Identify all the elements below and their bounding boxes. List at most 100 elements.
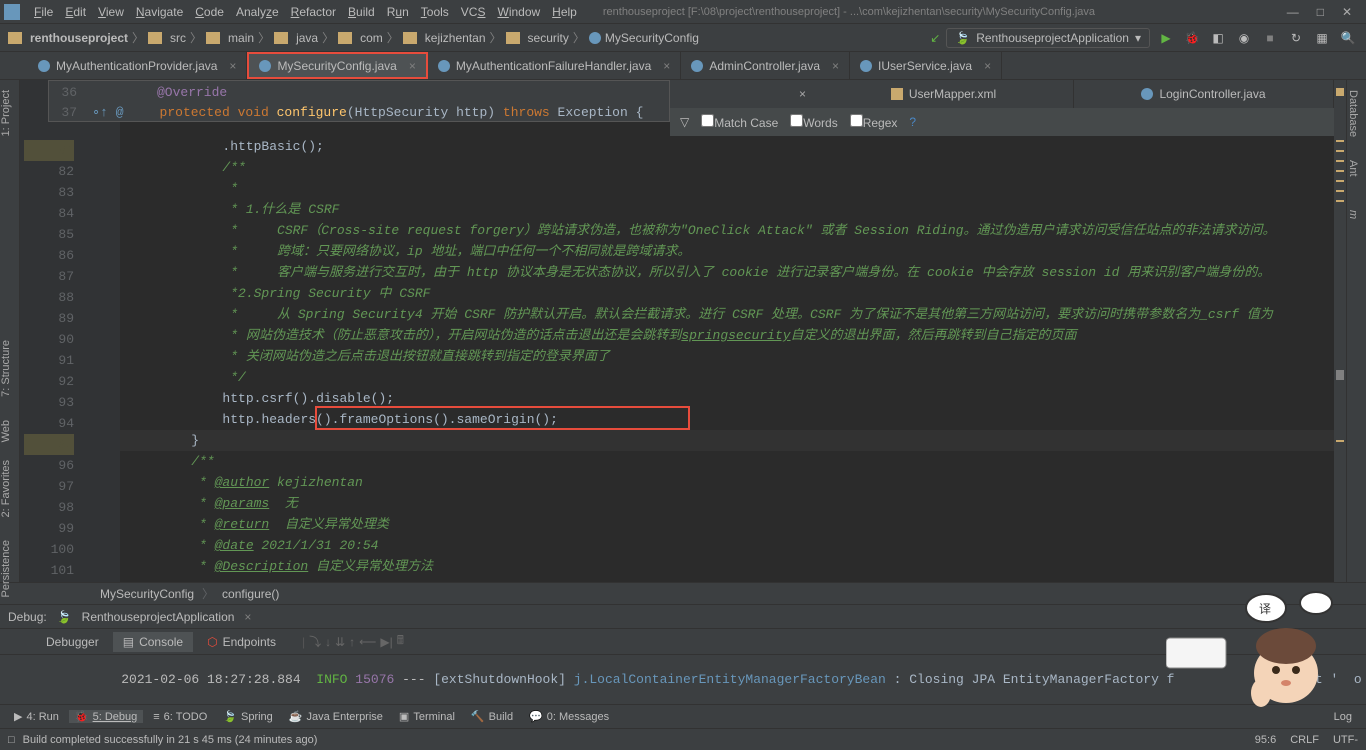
- menu-vcs[interactable]: VCS: [455, 5, 492, 19]
- crumb-project[interactable]: renthouseproject: [8, 31, 128, 45]
- line-separator[interactable]: CRLF: [1290, 734, 1319, 746]
- run-button[interactable]: ▶: [1156, 28, 1176, 48]
- close-icon[interactable]: ×: [984, 59, 991, 73]
- coverage-button[interactable]: ◧: [1208, 28, 1228, 48]
- words-checkbox[interactable]: Words: [790, 114, 837, 130]
- filter-icon[interactable]: ▽: [680, 115, 689, 129]
- tab-mysecurityconfig[interactable]: MySecurityConfig.java×: [247, 52, 427, 79]
- right-tool-strip: Database Ant m: [1346, 80, 1366, 582]
- tab-usermapper[interactable]: UserMapper.xml: [814, 80, 1074, 108]
- force-step-icon[interactable]: ⇊: [335, 635, 345, 649]
- project-structure-icon[interactable]: ▦: [1312, 28, 1332, 48]
- evaluate-icon[interactable]: 🖩: [397, 631, 404, 652]
- tab-admincontroller[interactable]: AdminController.java×: [681, 52, 850, 79]
- cursor-position[interactable]: 95:6: [1255, 734, 1276, 746]
- endpoints-icon: ⬡: [207, 635, 217, 649]
- menu-tools[interactable]: Tools: [415, 5, 455, 19]
- spring-icon: 🍃: [223, 710, 237, 723]
- endpoints-tab[interactable]: ⬡Endpoints: [197, 632, 286, 652]
- close-icon[interactable]: ×: [832, 59, 839, 73]
- console-tab[interactable]: ▤Console: [113, 632, 193, 652]
- run-configuration[interactable]: 🍃 RenthouseprojectApplication ▾: [946, 28, 1150, 48]
- close-search-icon[interactable]: ×: [799, 87, 806, 101]
- menu-file[interactable]: File: [28, 5, 59, 19]
- minimize-icon[interactable]: —: [1287, 5, 1299, 19]
- crumb-main[interactable]: main: [206, 31, 254, 45]
- step-out-icon[interactable]: ↑: [349, 635, 355, 649]
- menu-window[interactable]: Window: [491, 5, 546, 19]
- play-icon: ▶: [14, 710, 22, 723]
- menu-run[interactable]: Run: [381, 5, 415, 19]
- editor-tabs: MyAuthenticationProvider.java× MySecurit…: [0, 52, 1366, 80]
- todo-icon: ≡: [153, 711, 159, 723]
- bottom-terminal[interactable]: ▣Terminal: [393, 710, 461, 723]
- menu-edit[interactable]: Edit: [59, 5, 92, 19]
- bottom-build[interactable]: 🔨Build: [465, 710, 519, 723]
- tool-structure[interactable]: 7: Structure: [0, 340, 12, 397]
- menu-code[interactable]: Code: [189, 5, 230, 19]
- status-window-icon[interactable]: □: [8, 734, 15, 746]
- console-icon: ▤: [123, 635, 134, 649]
- crumb-kejizhentan[interactable]: kejizhentan: [403, 31, 486, 45]
- bottom-debug[interactable]: 🐞5: Debug: [69, 710, 143, 723]
- menu-navigate[interactable]: Navigate: [130, 5, 189, 19]
- close-debug-icon[interactable]: ×: [244, 610, 251, 624]
- code-text[interactable]: .httpBasic(); /** * * 1.什么是 CSRF * CSRF（…: [120, 80, 1334, 582]
- step-over-icon[interactable]: ⤵: [309, 633, 321, 650]
- tab-logincontroller[interactable]: LoginController.java: [1074, 80, 1334, 108]
- encoding[interactable]: UTF-: [1333, 734, 1358, 746]
- tool-maven[interactable]: m: [1347, 210, 1359, 219]
- close-icon[interactable]: ×: [229, 59, 236, 73]
- status-bar: □ Build completed successfully in 21 s 4…: [0, 728, 1366, 750]
- crumb-class-bottom[interactable]: MySecurityConfig: [100, 587, 194, 601]
- scrollbar-markers[interactable]: [1334, 80, 1346, 582]
- tool-persistence[interactable]: Persistence: [0, 540, 12, 597]
- tab-myauthfailurehandler[interactable]: MyAuthenticationFailureHandler.java×: [428, 52, 681, 79]
- regex-checkbox[interactable]: Regex: [850, 114, 898, 130]
- build-icon[interactable]: ↙: [930, 31, 940, 45]
- update-button[interactable]: ↻: [1286, 28, 1306, 48]
- tool-database[interactable]: Database: [1347, 90, 1359, 137]
- bottom-run[interactable]: ▶4: Run: [8, 710, 65, 723]
- debug-button[interactable]: 🐞: [1182, 28, 1202, 48]
- maximize-icon[interactable]: □: [1317, 5, 1324, 19]
- crumb-security[interactable]: security: [506, 31, 569, 45]
- menu-build[interactable]: Build: [342, 5, 381, 19]
- bottom-spring[interactable]: 🍃Spring: [217, 710, 279, 723]
- code-editor[interactable]: 36 @Override 37 ∘↑ @ protected void conf…: [20, 80, 1346, 582]
- close-icon[interactable]: ×: [409, 59, 416, 73]
- close-icon[interactable]: ×: [663, 59, 670, 73]
- tool-favorites[interactable]: 2: Favorites: [0, 460, 12, 517]
- tool-project[interactable]: 1: Project: [0, 90, 12, 136]
- crumb-com[interactable]: com: [338, 31, 383, 45]
- menu-refactor[interactable]: Refactor: [285, 5, 342, 19]
- app-logo: [4, 4, 20, 20]
- crumb-java[interactable]: java: [274, 31, 318, 45]
- bottom-todo[interactable]: ≡6: TODO: [147, 711, 213, 723]
- close-icon[interactable]: ✕: [1342, 5, 1352, 19]
- stop-button[interactable]: ■: [1260, 28, 1280, 48]
- debugger-tab[interactable]: Debugger: [36, 632, 109, 652]
- bottom-messages[interactable]: 💬0: Messages: [523, 710, 615, 723]
- bottom-javaee[interactable]: ☕Java Enterprise: [283, 710, 389, 723]
- tool-ant[interactable]: Ant: [1347, 160, 1359, 177]
- menu-analyze[interactable]: Analyze: [230, 5, 285, 19]
- step-into-icon[interactable]: ↓: [325, 635, 331, 649]
- help-icon[interactable]: ?: [909, 115, 916, 129]
- tab-myauthprovider[interactable]: MyAuthenticationProvider.java×: [28, 52, 247, 79]
- profile-button[interactable]: ◉: [1234, 28, 1254, 48]
- bottom-log[interactable]: Log: [1328, 711, 1358, 723]
- match-case-checkbox[interactable]: Match Case: [701, 114, 778, 130]
- breadcrumb: renthouseproject〉 src〉 main〉 java〉 com〉 …: [8, 29, 699, 46]
- hammer-icon: 🔨: [471, 710, 485, 723]
- crumb-class[interactable]: MySecurityConfig: [589, 31, 699, 45]
- run-to-cursor-icon[interactable]: ▶|: [380, 635, 392, 649]
- crumb-src[interactable]: src: [148, 31, 186, 45]
- menu-view[interactable]: View: [92, 5, 130, 19]
- tool-web[interactable]: Web: [0, 420, 12, 442]
- menu-help[interactable]: Help: [546, 5, 583, 19]
- crumb-method-bottom[interactable]: configure(): [222, 587, 279, 601]
- tab-iuserservice[interactable]: IUserService.java×: [850, 52, 1002, 79]
- search-everywhere-icon[interactable]: 🔍: [1338, 28, 1358, 48]
- drop-frame-icon[interactable]: ⟵: [359, 635, 376, 649]
